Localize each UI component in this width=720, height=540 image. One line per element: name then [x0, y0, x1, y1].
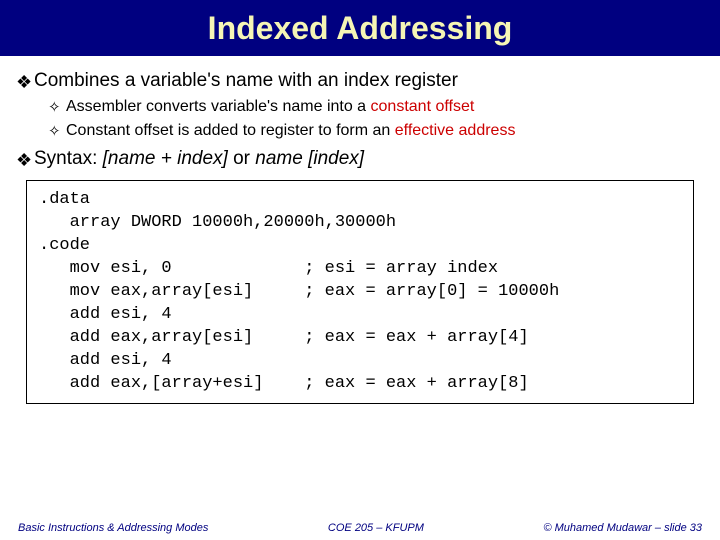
sub-bullet-item: ✧ Constant offset is added to register t…: [48, 122, 704, 142]
footer-left: Basic Instructions & Addressing Modes: [18, 522, 208, 534]
slide-footer: Basic Instructions & Addressing Modes CO…: [0, 522, 720, 534]
title-bar: Indexed Addressing: [0, 0, 720, 56]
footer-center: COE 205 – KFUPM: [328, 522, 424, 534]
sub-bullet-text: Constant offset is added to register to …: [66, 122, 515, 140]
sub-text-pre: Assembler converts variable's name into …: [66, 98, 371, 115]
syntax-text: Syntax: [name + index] or name [index]: [34, 148, 364, 170]
sub-bullet-text: Assembler converts variable's name into …: [66, 98, 474, 116]
sub-bullet-item: ✧ Assembler converts variable's name int…: [48, 98, 704, 118]
bullet-item: ❖ Combines a variable's name with an ind…: [16, 70, 704, 94]
syntax-expr: [name + index]: [103, 148, 228, 169]
syntax-expr: [index]: [308, 148, 364, 169]
syntax-expr: name: [255, 148, 303, 169]
syntax-label: Syntax:: [34, 148, 103, 169]
content-area: ❖ Combines a variable's name with an ind…: [0, 56, 720, 404]
bullet-text: Combines a variable's name with an index…: [34, 70, 458, 92]
diamond-bullet-icon: ❖: [16, 148, 34, 172]
code-block: .data array DWORD 10000h,20000h,30000h .…: [26, 180, 694, 404]
secondary-bullet-icon: ✧: [48, 122, 66, 142]
diamond-bullet-icon: ❖: [16, 70, 34, 94]
sub-text-pre: Constant offset is added to register to …: [66, 122, 395, 139]
secondary-bullet-icon: ✧: [48, 98, 66, 118]
bullet-item: ❖ Syntax: [name + index] or name [index]: [16, 148, 704, 172]
slide-title: Indexed Addressing: [208, 10, 513, 47]
sub-text-emphasis: effective address: [395, 122, 516, 139]
sub-text-emphasis: constant offset: [371, 98, 475, 115]
footer-right: © Muhamed Mudawar – slide 33: [543, 522, 702, 534]
syntax-mid: or: [228, 148, 255, 169]
